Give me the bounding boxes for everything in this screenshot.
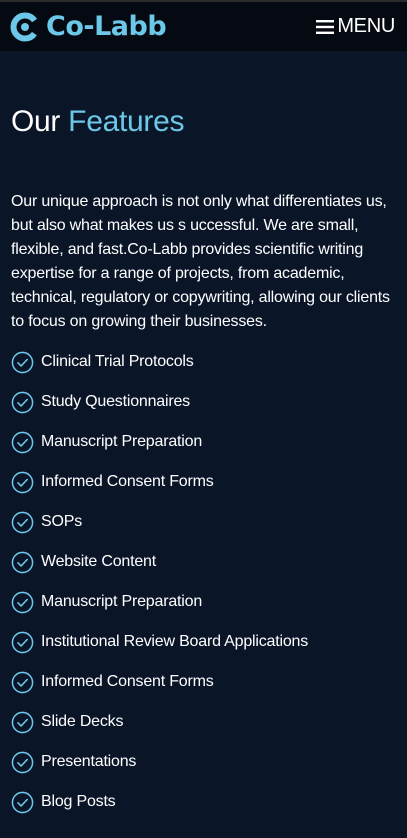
check-circle-icon (11, 431, 34, 453)
feature-label: Presentations (41, 753, 137, 770)
feature-item: Presentations (11, 742, 396, 782)
check-circle-icon (11, 671, 34, 693)
check-circle-icon (11, 751, 34, 773)
check-circle-icon (11, 511, 34, 533)
feature-label: Informed Consent Forms (41, 673, 214, 690)
feature-label: Manuscript Preparation (41, 593, 203, 610)
feature-label: Website Content (41, 553, 156, 570)
feature-item: Clinical Trial Protocols (11, 342, 396, 382)
title-accent: Features (68, 105, 185, 138)
check-circle-icon (11, 351, 34, 373)
logo[interactable]: Co-Labb (10, 11, 167, 42)
feature-label: Slide Decks (41, 713, 124, 730)
check-circle-icon (11, 631, 34, 653)
c-logo-icon (10, 12, 40, 41)
check-circle-icon (11, 391, 34, 413)
feature-label: Institutional Review Board Applications (41, 633, 309, 650)
menu-button[interactable]: MENU (316, 15, 395, 38)
feature-label: Informed Consent Forms (41, 473, 214, 490)
feature-item: Slide Decks (11, 702, 396, 742)
feature-item: Informed Consent Forms (11, 662, 396, 702)
feature-item: Blog Posts (11, 782, 396, 822)
check-circle-icon (11, 551, 34, 573)
check-circle-icon (11, 791, 34, 813)
hamburger-icon (316, 19, 335, 34)
features-description: Our unique approach is not only what dif… (11, 193, 390, 330)
check-circle-icon (11, 711, 34, 733)
feature-item: Manuscript Preparation (11, 422, 396, 462)
feature-label: Manuscript Preparation (41, 433, 203, 450)
site-header: Co-Labb MENU (0, 2, 407, 51)
feature-label: Study Questionnaires (41, 393, 190, 410)
check-circle-icon (11, 591, 34, 613)
menu-label: MENU (337, 15, 395, 37)
feature-item: Institutional Review Board Applications (11, 622, 396, 662)
logo-text: Co-Labb (46, 11, 167, 42)
features-section: Our Features Our unique approach is not … (11, 51, 396, 822)
feature-item: Website Content (11, 542, 396, 582)
feature-item: Informed Consent Forms (11, 462, 396, 502)
feature-item: Manuscript Preparation (11, 582, 396, 622)
feature-label: Blog Posts (41, 793, 116, 810)
page-title: Our Features (11, 104, 396, 140)
feature-item: SOPs (11, 502, 396, 542)
feature-list: Clinical Trial Protocols Study Questionna… (11, 342, 396, 822)
feature-item: Study Questionnaires (11, 382, 396, 422)
feature-label: Clinical Trial Protocols (41, 353, 194, 370)
title-plain: Our (11, 105, 61, 138)
check-circle-icon (11, 471, 34, 493)
feature-label: SOPs (41, 513, 82, 530)
